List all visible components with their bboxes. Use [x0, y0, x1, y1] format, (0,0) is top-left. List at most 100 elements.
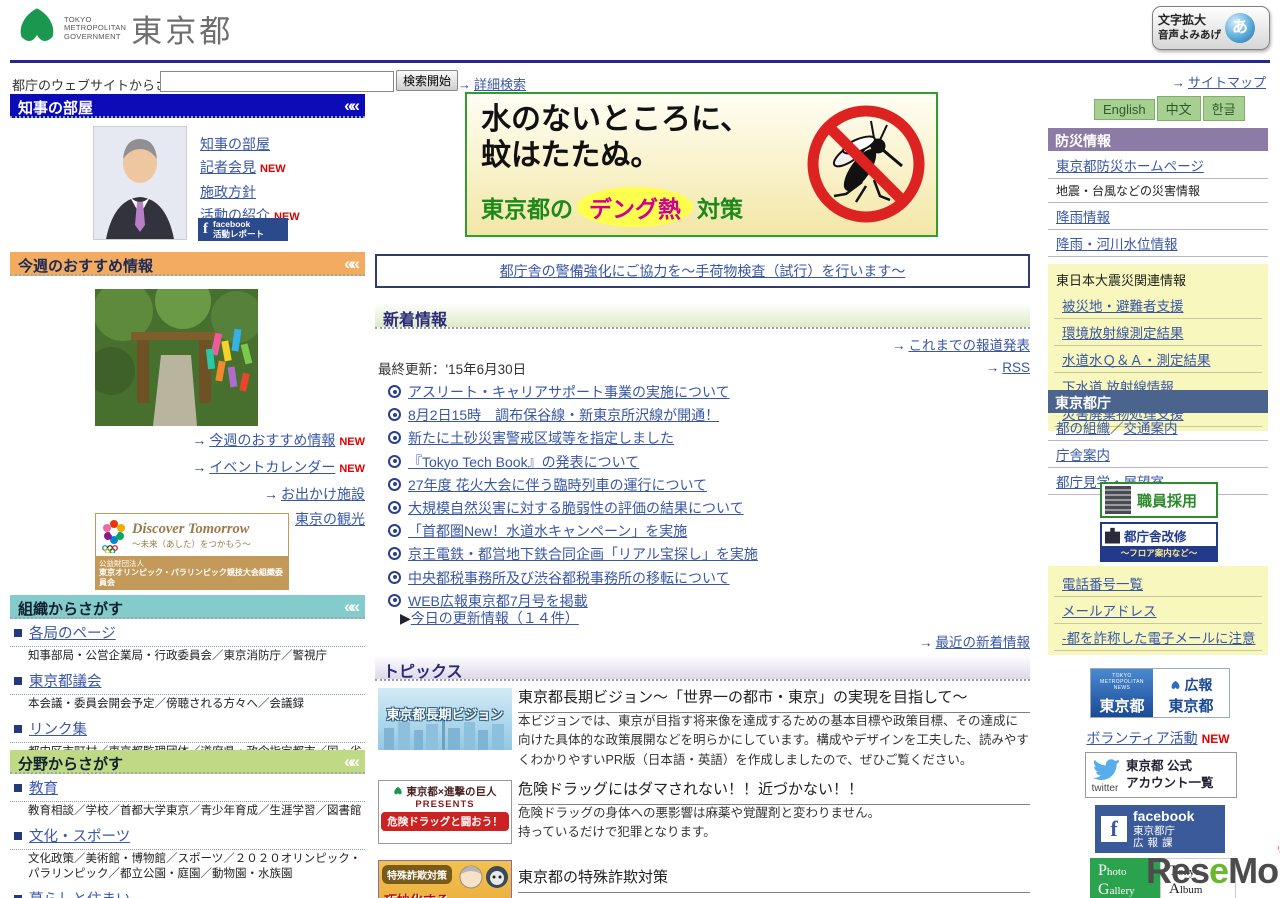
rss: → RSS [375, 360, 1030, 375]
list-item-desc: 文化政策／美術館・博物館／スポーツ／２０２０オリンピック・パラリンピック／都立公… [28, 852, 362, 880]
topic-thumbnail-label: 東京都長期ビジョン [386, 707, 504, 722]
past-press-releases: → これまでの報道発表 [375, 334, 1030, 354]
phone-list-link[interactable]: 電話番号一覧 [1062, 577, 1143, 592]
chevron-left-icon: «« [344, 254, 360, 273]
recruitment-banner[interactable]: 職員採用 [1100, 482, 1218, 518]
topic-thumbnail-sub: 巧妙化する [384, 890, 511, 898]
advanced-search-link[interactable]: 詳細検索 [474, 77, 526, 92]
topic-title[interactable]: 東京都長期ビジョン〜「世界一の都市・東京」の実現を目指して〜 [518, 686, 1030, 713]
section-header-disaster: 防災情報 [1048, 128, 1268, 151]
list-item: 東京都防災ホームページ [1048, 152, 1268, 179]
square-bullet-icon [14, 629, 22, 637]
culture-sports-link[interactable]: 文化・スポーツ [29, 829, 130, 845]
list-item-desc: 本会議・委員会開会予定／傍聴される方々へ／会議録 [28, 697, 304, 710]
chevron-left-icon: «« [344, 752, 360, 771]
topic-thumbnail-badge: 特殊詐欺対策 [382, 865, 452, 884]
topic-thumbnail-drug-campaign[interactable]: 東京都×進撃の巨人 PRESENTS 危険ドラッグと闘おう！ [378, 780, 512, 844]
list-item: 降雨情報 [1048, 203, 1268, 230]
lang-chinese-button[interactable]: 中文 [1156, 96, 1201, 121]
search-input[interactable] [160, 71, 394, 92]
earthquake-box-title: 東日本大震災関連情報 [1056, 273, 1187, 288]
education-link[interactable]: 教育 [29, 781, 58, 797]
arrow-icon: → [192, 432, 207, 448]
today-updates-link[interactable]: 今日の更新情報（１４件） [411, 610, 579, 626]
discover-subtitle: 〜未来（あした）をつかもう〜 [132, 538, 251, 549]
outing-facilities-link[interactable]: お出かけ施設 [281, 486, 365, 502]
recent-news: → 最近の新着情報 [375, 631, 1030, 651]
bureaus-link[interactable]: 各局のページ [29, 626, 116, 642]
dengue-banner[interactable]: 水のないところに、 蚊はたたぬ。 東京都の デング熱 対策 [465, 92, 938, 237]
list-item: 各局のページ [10, 620, 365, 647]
policy-link[interactable]: 施政方針 [200, 184, 256, 200]
arrow-icon: → [919, 635, 933, 650]
topic-thumbnail-longterm-vision[interactable]: 東京都長期ビジョン [378, 688, 512, 750]
river-level-link[interactable]: 降雨・河川水位情報 [1056, 237, 1178, 252]
living-housing-link[interactable]: 暮らしと住まい [29, 892, 131, 898]
twitter-banner[interactable]: twitter 東京都 公式 アカウント一覧 [1085, 752, 1237, 798]
volunteer-link[interactable]: ボランティア活動 [1086, 730, 1197, 746]
twitter-bird-icon [1093, 758, 1120, 780]
facebook-report-badge[interactable]: f facebook 活動レポート [198, 218, 288, 241]
fraud-characters-icon [459, 865, 508, 889]
lang-korean-button[interactable]: 한글 [1202, 96, 1245, 121]
arrow-icon: → [264, 486, 278, 502]
recent-news-link[interactable]: 最近の新着情報 [936, 635, 1031, 650]
facebook-banner[interactable]: f facebook 東京都庁 広報課 [1095, 805, 1225, 853]
rainfall-link[interactable]: 降雨情報 [1056, 210, 1110, 225]
topic-thumbnail-fraud[interactable]: 特殊詐欺対策 巧妙化する [378, 860, 512, 898]
news-item: 27年度 花火大会に伴う臨時列車の運行について [388, 474, 1033, 497]
topic-thumbnail-presents: PRESENTS [415, 799, 475, 810]
topic-title[interactable]: 東京都の特殊詐欺対策 [518, 866, 1030, 893]
spoof-mail-warning-link[interactable]: -都を詐称した電子メールに注意 [1062, 631, 1256, 646]
news-section-header: 新着情報 [375, 303, 1030, 329]
list-item-desc: 知事部局・公営企業局・行政委員会／東京消防庁／警視庁 [28, 650, 327, 662]
recommend-link-row: → 今週のおすすめ情報 NEW [10, 428, 365, 455]
assembly-link[interactable]: 東京都議会 [29, 674, 102, 690]
topic-title[interactable]: 危険ドラッグにはダマされない！！近づかない！！ [518, 778, 1030, 805]
governor-links: 知事の部屋 記者会見 NEW 施政方針 活動の紹介 NEW [200, 133, 300, 229]
security-notice-link[interactable]: 都庁舎の警備強化にご協力を〜手荷物検査（試行）を行います〜 [500, 263, 906, 279]
discover-tomorrow-banner[interactable]: Discover Tomorrow 〜未来（あした）をつかもう〜 公益財団法人 … [95, 513, 289, 591]
sitemap-link[interactable]: サイトマップ [1188, 75, 1266, 90]
advanced-search: → 詳細検索 [458, 74, 526, 93]
accessibility-button[interactable]: 文字拡大 音声よみあげ あ [1152, 6, 1270, 50]
disaster-home-link[interactable]: 東京都防災ホームページ [1056, 159, 1204, 174]
fisheye-bullet-icon [388, 547, 401, 561]
lang-english-button[interactable]: English [1094, 99, 1155, 120]
organization-link[interactable]: 都の組織 [1056, 421, 1110, 436]
discover-org1: 公益財団法人 [99, 559, 144, 568]
accessibility-label-2: 音声よみあげ [1158, 28, 1221, 41]
discover-title: Discover Tomorrow [132, 520, 250, 537]
mail-address-link[interactable]: メールアドレス [1062, 604, 1157, 619]
fisheye-bullet-icon [388, 593, 401, 607]
access-guide-link[interactable]: 交通案内 [1124, 421, 1178, 436]
list-item: 庁舎案内 [1048, 441, 1268, 468]
new-badge: NEW [339, 436, 365, 448]
renovation-banner[interactable]: 都庁舎改修 〜フロア案内など〜 [1100, 522, 1218, 562]
governor-photo [93, 126, 187, 240]
weekly-recommend-link[interactable]: 今週のおすすめ情報 [209, 432, 335, 448]
square-bullet-icon [14, 676, 22, 685]
news-list: アスリート・キャリアサポート事業の実施について 8月2日15時 調布保谷線・新東… [388, 381, 1033, 613]
field-list: 教育 教育相談／学校／首都大学東京／青少年育成／生涯学習／図書館 文化・スポーツ… [10, 775, 365, 898]
links-collection-link[interactable]: リンク集 [29, 722, 87, 738]
building-icon [1105, 527, 1120, 544]
search-button[interactable]: 検索開始 [396, 70, 459, 91]
tokyo-logo[interactable]: TOKYO METROPOLITAN GOVERNMENT 東京都 [14, 4, 233, 51]
event-calendar-link[interactable]: イベントカレンダー [209, 459, 335, 475]
tokyo-tourism-link[interactable]: 東京の観光 [295, 511, 365, 527]
press-conference-link[interactable]: 記者会見 [200, 159, 256, 175]
arrow-icon: → [192, 459, 207, 475]
play-arrow-icon: ▶ [400, 610, 411, 626]
facebook-f-icon: f [203, 221, 208, 237]
building-guide-link[interactable]: 庁舎案内 [1056, 448, 1110, 463]
chevron-left-icon: «« [344, 597, 360, 616]
news-item: 「首都圏New！水道水キャンペーン」を実施 [388, 520, 1033, 543]
past-press-link[interactable]: これまでの報道発表 [909, 338, 1031, 353]
koho-tokyo-banner[interactable]: TOKYO METROPOLITAN NEWS 東京都 広報 東京都 [1090, 668, 1230, 718]
governor-room-link[interactable]: 知事の部屋 [200, 136, 270, 152]
logo-small-text: TOKYO METROPOLITAN GOVERNMENT [64, 15, 127, 41]
list-item: -都を詐称した電子メールに注意 [1054, 624, 1262, 651]
list-item: 暮らしと住まい [10, 886, 365, 898]
rss-link[interactable]: RSS [1002, 360, 1030, 375]
